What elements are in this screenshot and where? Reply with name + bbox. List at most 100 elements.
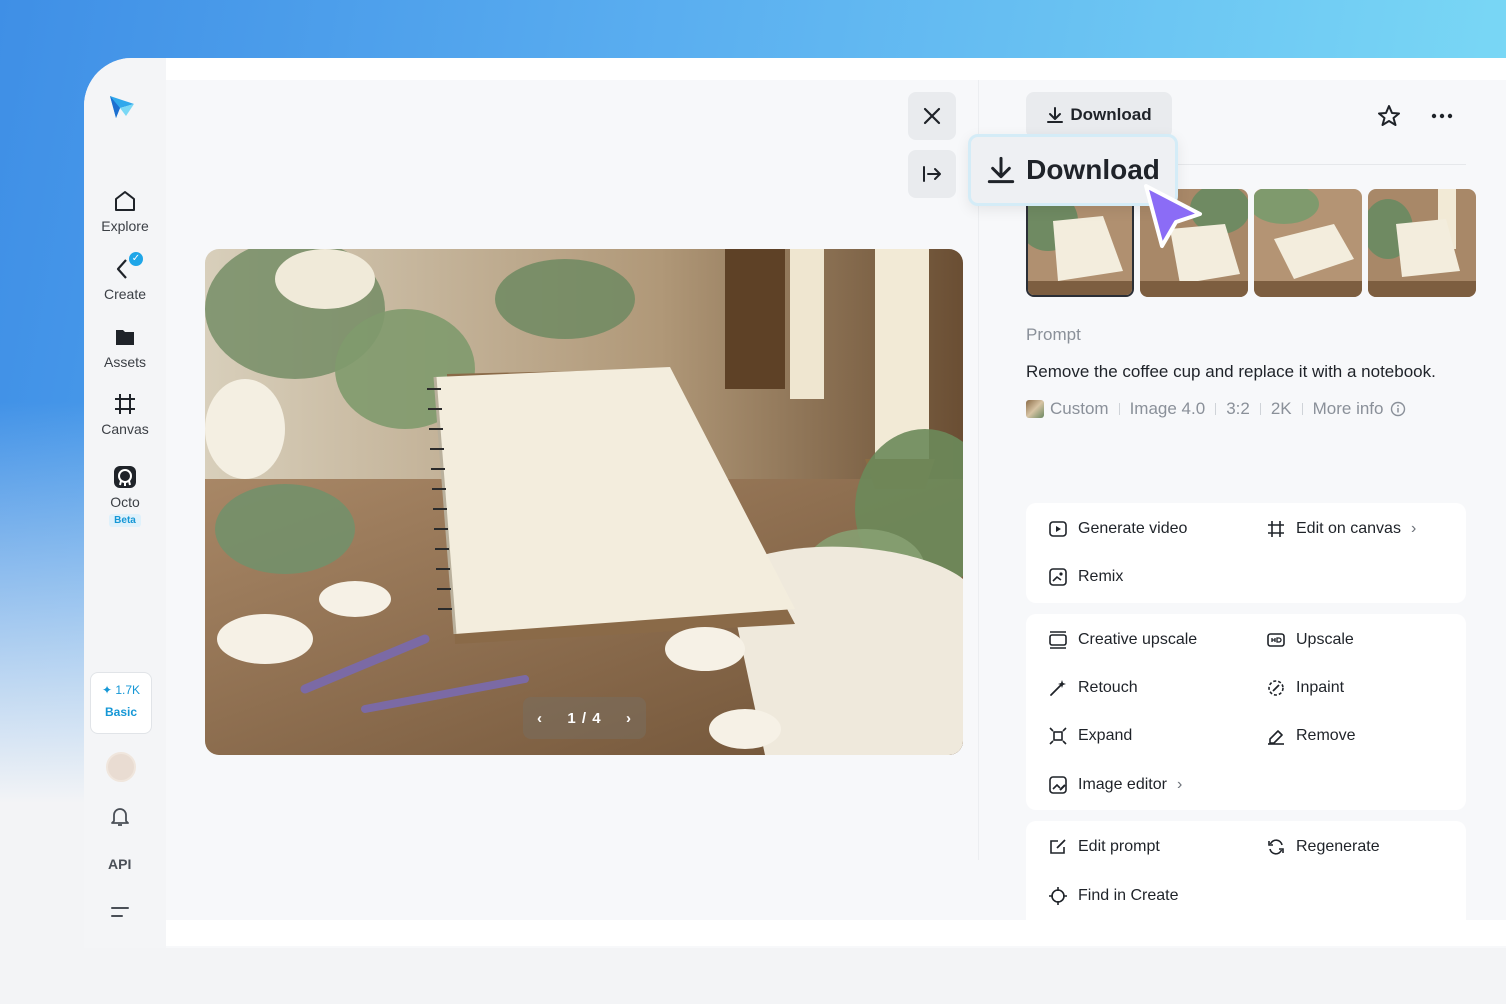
inpaint-button[interactable]: Inpaint [1266,678,1344,698]
main-image[interactable] [205,249,963,755]
thumbnail-image [1254,189,1362,297]
find-in-create-button[interactable]: Find in Create [1048,886,1179,906]
sidebar: Explore ✓ Create Assets Canvas Octo Beta… [84,58,166,948]
expand-button[interactable]: Expand [1048,726,1132,746]
action-label: Generate video [1078,520,1188,537]
close-button[interactable] [908,92,956,140]
download-label: Download [1070,105,1152,124]
canvas-icon [1268,521,1284,537]
bell-icon[interactable] [108,804,132,828]
sidebar-item-label: Assets [103,354,146,370]
actions-card-generate [1026,503,1466,603]
aspect-ratio: 3:2 [1226,399,1250,418]
action-label: Remix [1078,568,1124,585]
sidebar-item-explore[interactable]: Explore [84,188,166,234]
credits-count: ✦ 1.7K [101,683,141,697]
sidebar-item-label: Canvas [101,421,149,437]
generation-meta: Custom Image 4.0 3:2 2K More info [1026,399,1406,419]
home-icon [115,191,135,211]
hd-icon [1267,633,1285,647]
action-label: Expand [1078,727,1133,744]
thumbnail-image [1028,191,1132,295]
plan-label: Basic [104,705,138,719]
action-label: Inpaint [1296,679,1345,696]
collapse-panel-button[interactable] [908,150,956,198]
remix-icon [1049,568,1067,586]
chevron-right-icon[interactable]: › [626,710,632,727]
sidebar-item-octo[interactable]: Octo Beta [84,464,166,527]
cursor-pointer-icon [1144,184,1202,248]
meta-separator [1215,403,1217,415]
star-icon[interactable] [1376,103,1402,129]
canvas-icon [115,394,135,414]
regenerate-button[interactable]: Regenerate [1266,837,1380,857]
check-badge-icon: ✓ [127,250,145,268]
chevron-right-icon: › [1176,776,1183,793]
top-strip [166,58,1506,80]
app-logo[interactable] [106,90,138,122]
model-name: Image 4.0 [1129,399,1206,418]
action-label: Regenerate [1296,838,1380,855]
more-info-link[interactable]: More info [1313,399,1406,419]
upscale-button[interactable]: Upscale [1266,630,1354,650]
action-label: Find in Create [1078,887,1179,904]
generate-video-button[interactable]: Generate video [1048,519,1187,539]
resolution: 2K [1270,399,1292,418]
video-icon [1049,521,1067,537]
remix-button[interactable]: Remix [1048,567,1123,587]
image-editor-button[interactable]: Image editor › [1048,775,1182,795]
sidebar-item-label: Create [103,286,147,302]
edit-prompt-button[interactable]: Edit prompt [1048,837,1160,857]
sidebar-item-create[interactable]: ✓ Create [84,250,166,302]
notebook-photo [205,249,963,755]
thumbnail-image [1368,189,1476,297]
api-link[interactable]: API [108,856,131,872]
retouch-button[interactable]: Retouch [1048,678,1138,698]
prompt-heading: Prompt [1026,325,1081,344]
more-icon[interactable] [1428,103,1456,129]
edit-on-canvas-button[interactable]: Edit on canvas › [1266,519,1416,539]
arrow-right-bar-icon [923,166,941,182]
menu-icon[interactable] [110,904,130,920]
thumbnail-3[interactable] [1254,189,1362,297]
sidebar-item-assets[interactable]: Assets [84,324,166,370]
meta-separator [1301,403,1303,415]
pager-count: 1 / 4 [567,709,602,727]
action-label: Edit prompt [1078,838,1160,855]
action-label: Image editor [1078,776,1167,793]
prompt-text: Remove the coffee cup and replace it wit… [1026,362,1436,381]
model-style: Custom [1050,399,1109,418]
magic-wand-icon [1050,680,1066,696]
chevron-left-icon[interactable]: ‹ [537,710,543,727]
action-label: Remove [1296,727,1356,744]
header-divider [1172,164,1466,165]
beta-badge: Beta [109,514,141,527]
credits-box[interactable]: ✦ 1.7K Basic [90,672,152,734]
style-thumbnail [1026,400,1044,418]
sidebar-item-label: Octo [110,494,140,510]
thumbnail-4[interactable] [1368,189,1476,297]
download-button[interactable]: Download [1026,92,1172,138]
creative-upscale-icon [1049,631,1067,649]
more-info-label: More info [1312,399,1384,418]
eraser-icon [1268,730,1284,745]
folder-icon [116,330,134,345]
download-icon [1047,107,1064,123]
meta-separator [1118,403,1120,415]
action-label: Upscale [1296,631,1354,648]
chevron-right-icon: › [1410,520,1417,537]
crosshair-icon [1049,887,1067,905]
avatar[interactable] [106,752,136,782]
action-label: Edit on canvas [1296,520,1401,537]
credits-value: 1.7K [115,683,141,697]
bottom-strip [166,920,1506,946]
sidebar-item-canvas[interactable]: Canvas [84,391,166,437]
action-label: Retouch [1078,679,1138,696]
remove-button[interactable]: Remove [1266,726,1356,746]
expand-icon [1049,727,1067,745]
action-label: Creative upscale [1078,631,1198,648]
close-icon [923,107,941,125]
creative-upscale-button[interactable]: Creative upscale [1048,630,1197,650]
image-editor-icon [1049,776,1067,794]
image-pager: ‹ 1 / 4 › [523,697,646,739]
